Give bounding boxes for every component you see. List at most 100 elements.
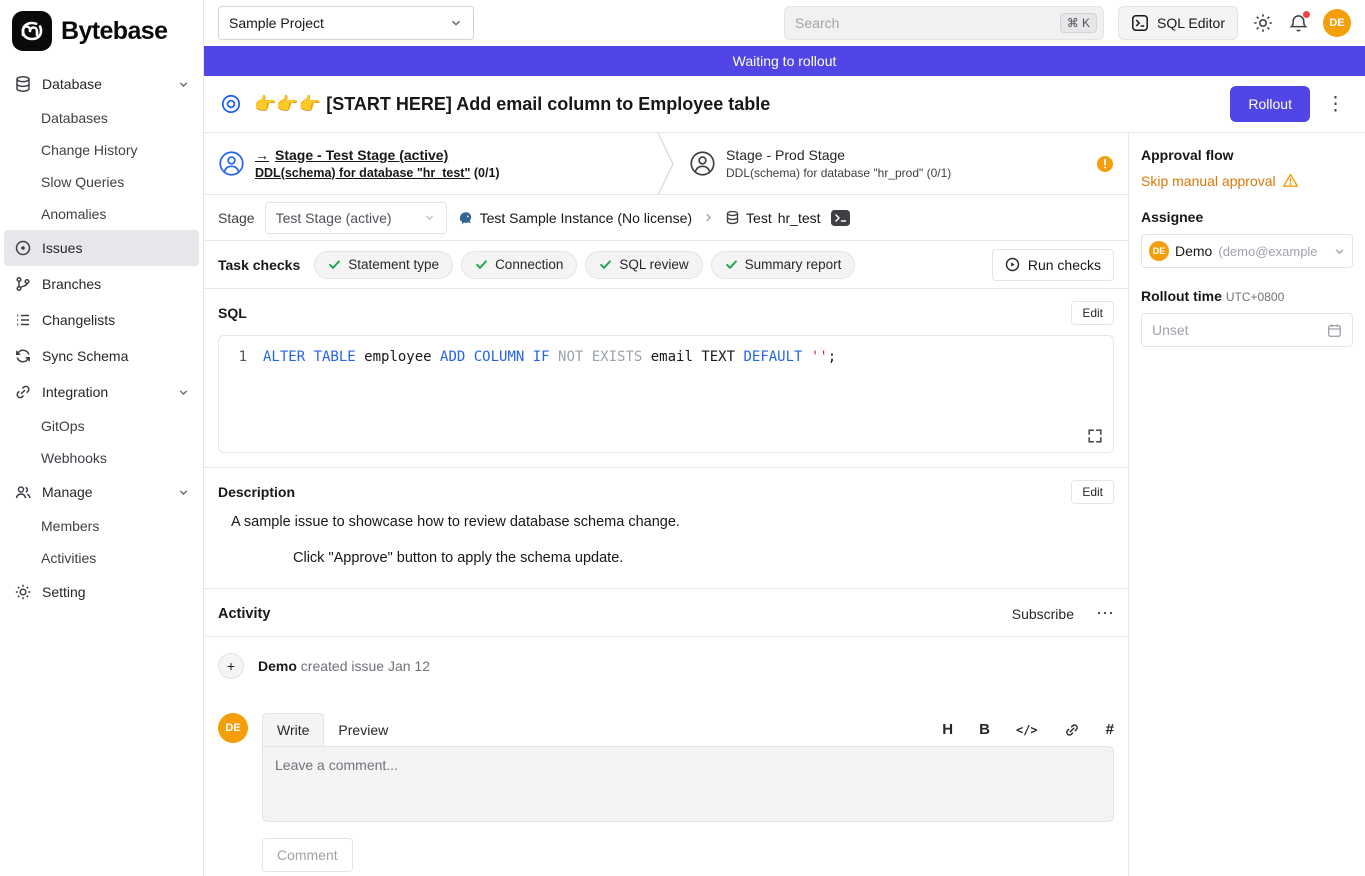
assignee-email: (demo@example: [1218, 244, 1327, 259]
sidebar-item-branches[interactable]: Branches: [0, 266, 203, 302]
rollout-button[interactable]: Rollout: [1230, 86, 1310, 122]
comment-input[interactable]: [262, 746, 1114, 822]
sql-code-block[interactable]: 1ALTER TABLE employee ADD COLUMN IF NOT …: [218, 335, 1114, 453]
notifications-button[interactable]: [1288, 13, 1309, 34]
issue-status-icon: [220, 93, 242, 115]
sidebar-item-slow-queries[interactable]: Slow Queries: [0, 166, 203, 198]
sidebar-item-label: Manage: [42, 484, 93, 500]
comment-avatar: DE: [218, 713, 248, 876]
format-toolbar: H B </> #: [942, 721, 1114, 746]
sidebar-item-webhooks[interactable]: Webhooks: [0, 442, 203, 474]
sidebar-item-setting[interactable]: Setting: [0, 574, 203, 610]
sql-editor-button[interactable]: SQL Editor: [1118, 6, 1238, 40]
sql-editor-label: SQL Editor: [1157, 15, 1225, 31]
users-icon: [14, 483, 32, 501]
sidebar-item-manage[interactable]: Manage: [0, 474, 203, 510]
integration-icon: [14, 383, 32, 401]
description-text: Click "Approve" button to apply the sche…: [231, 550, 1114, 566]
sidebar-item-issues[interactable]: Issues: [4, 230, 199, 266]
comment-editor: DE Write Preview H B </>: [204, 689, 1128, 876]
code-icon[interactable]: </>: [1016, 723, 1038, 737]
chevron-down-icon: [449, 16, 463, 30]
check-pill-label: Summary report: [745, 257, 842, 272]
subscribe-button[interactable]: Subscribe: [1012, 606, 1074, 622]
sidebar-item-label: Setting: [42, 584, 86, 600]
activity-section: Activity Subscribe ⋯ + Demo created issu…: [204, 588, 1128, 876]
tab-write[interactable]: Write: [262, 713, 324, 746]
chevron-down-icon: [178, 79, 189, 90]
sidebar-item-database[interactable]: Database: [0, 66, 203, 102]
hash-icon[interactable]: #: [1106, 721, 1114, 738]
database-name: hr_test: [778, 210, 821, 226]
rollout-time-picker[interactable]: Unset: [1141, 313, 1353, 347]
brand-logo[interactable]: Bytebase: [0, 0, 203, 62]
sql-edit-button[interactable]: Edit: [1071, 301, 1114, 325]
description-edit-button[interactable]: Edit: [1071, 480, 1114, 504]
project-select[interactable]: Sample Project: [218, 6, 474, 40]
sidebar-item-activities[interactable]: Activities: [0, 542, 203, 574]
gear-icon: [14, 583, 32, 601]
assignee-select[interactable]: DE Demo (demo@example: [1141, 234, 1353, 268]
sql-code-line: 1ALTER TABLE employee ADD COLUMN IF NOT …: [219, 348, 1113, 368]
check-pill-connection[interactable]: Connection: [461, 251, 577, 279]
sidebar-item-sync-schema[interactable]: Sync Schema: [0, 338, 203, 374]
stage-subtitle: DDL(schema) for database "hr_prod" (0/1): [726, 165, 951, 181]
stage-card-test[interactable]: →Stage - Test Stage (active) DDL(schema)…: [204, 133, 657, 194]
rollout-time-label: Rollout timeUTC+0800: [1141, 288, 1353, 304]
expand-fullscreen-icon[interactable]: [1087, 428, 1103, 444]
stage-select[interactable]: Test Stage (active): [265, 202, 447, 234]
heading-icon[interactable]: H: [942, 721, 953, 738]
sidebar-item-databases[interactable]: Databases: [0, 102, 203, 134]
database-breadcrumb[interactable]: Test hr_test: [725, 210, 821, 226]
comment-button[interactable]: Comment: [262, 838, 353, 872]
search-input[interactable]: [795, 15, 1052, 31]
sidebar-item-label: Integration: [42, 384, 108, 400]
sidebar-item-label: Changelists: [42, 312, 115, 328]
chevron-down-icon: [178, 487, 189, 498]
calendar-icon: [1327, 323, 1342, 338]
search-shortcut-kbd: ⌘ K: [1060, 13, 1097, 33]
description-section: Description Edit A sample issue to showc…: [204, 467, 1128, 588]
tab-preview[interactable]: Preview: [324, 714, 402, 746]
check-pass-icon: [475, 258, 488, 271]
instance-breadcrumb[interactable]: Test Sample Instance (No license): [457, 209, 692, 226]
stage-title: →Stage - Test Stage (active): [255, 146, 500, 165]
stage-assignee-icon: [689, 150, 716, 177]
main-area: Sample Project ⌘ K SQL Editor DE: [204, 0, 1365, 876]
stage-assignee-icon: [218, 150, 245, 177]
check-pill-summary-report[interactable]: Summary report: [711, 251, 856, 279]
line-number: 1: [219, 348, 263, 368]
branch-icon: [14, 275, 32, 293]
issue-header: 👉👉👉 [START HERE] Add email column to Emp…: [204, 76, 1365, 133]
sidebar-item-label: Databases: [41, 110, 108, 126]
sidebar-item-change-history[interactable]: Change History: [0, 134, 203, 166]
sidebar-item-changelists[interactable]: Changelists: [0, 302, 203, 338]
run-checks-button[interactable]: Run checks: [992, 249, 1114, 281]
sql-section: SQL Edit 1ALTER TABLE employee ADD COLUM…: [204, 289, 1128, 453]
more-actions-icon[interactable]: ⋮: [1322, 93, 1349, 116]
link-icon[interactable]: [1064, 722, 1080, 738]
stage-card-prod[interactable]: Stage - Prod Stage DDL(schema) for datab…: [675, 133, 1128, 194]
sidebar-item-anomalies[interactable]: Anomalies: [0, 198, 203, 230]
activity-event-row: + Demo created issue Jan 12: [204, 637, 1128, 689]
approval-flow-label: Approval flow: [1141, 147, 1353, 163]
status-banner-text: Waiting to rollout: [733, 53, 837, 69]
check-pill-statement-type[interactable]: Statement type: [314, 251, 453, 279]
activity-more-icon[interactable]: ⋯: [1096, 603, 1114, 624]
sidebar-item-gitops[interactable]: GitOps: [0, 410, 203, 442]
sidebar-item-label: GitOps: [41, 418, 85, 434]
settings-button[interactable]: [1252, 12, 1274, 34]
check-pill-sql-review[interactable]: SQL review: [585, 251, 702, 279]
sidebar-item-integration[interactable]: Integration: [0, 374, 203, 410]
user-avatar[interactable]: DE: [1323, 9, 1351, 37]
approval-status-text: Skip manual approval: [1141, 173, 1276, 189]
sync-icon: [14, 347, 32, 365]
open-sql-editor-icon[interactable]: [831, 210, 850, 226]
attention-icon: [1096, 155, 1114, 173]
check-pill-label: SQL review: [619, 257, 688, 272]
terminal-icon: [1131, 14, 1149, 32]
sidebar-item-members[interactable]: Members: [0, 510, 203, 542]
chevron-right-icon: [702, 211, 715, 224]
check-pass-icon: [328, 258, 341, 271]
bold-icon[interactable]: B: [979, 721, 990, 738]
